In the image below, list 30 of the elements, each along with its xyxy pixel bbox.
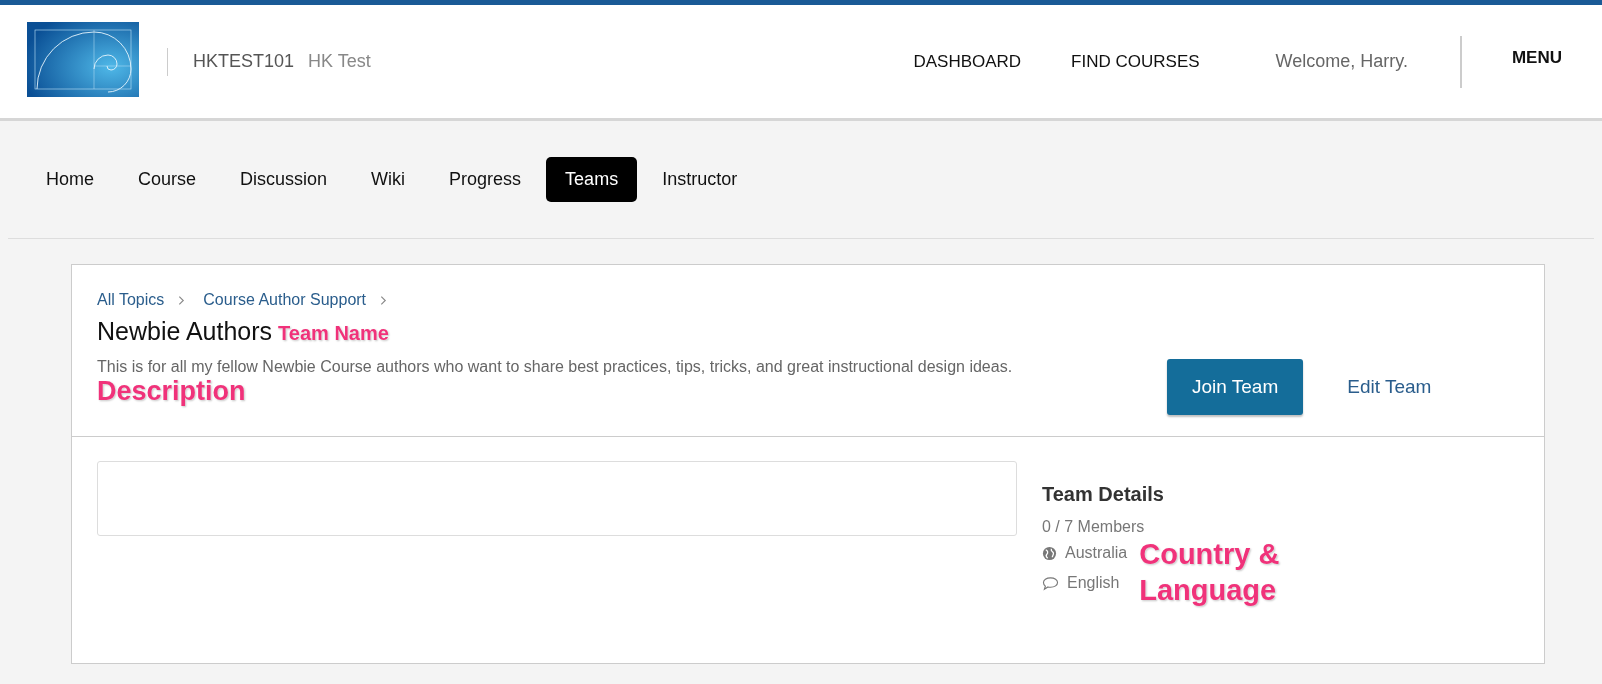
details-heading: Team Details bbox=[1042, 483, 1165, 506]
edit-team-link[interactable]: Edit Team bbox=[1347, 376, 1432, 398]
course-code: HKTEST101 bbox=[193, 51, 295, 72]
menu-button[interactable]: MENU bbox=[1511, 47, 1562, 68]
chevron-icon bbox=[380, 294, 388, 306]
chevron-icon bbox=[178, 294, 186, 306]
team-description: This is for all my fellow Newbie Course authors who want to share best practices, tips, tricks, and great instructional design ideas. bbox=[97, 358, 1013, 375]
course-tab[interactable]: Teams bbox=[546, 157, 638, 202]
team-name: Newbie Authors bbox=[97, 317, 273, 346]
course-tab[interactable]: Course bbox=[119, 157, 216, 202]
course-name: HK Test bbox=[308, 51, 371, 72]
annotation-label: Country & Language bbox=[1139, 537, 1280, 608]
team-country: Australia bbox=[1065, 544, 1128, 562]
course-tab[interactable]: Discussion bbox=[221, 157, 347, 202]
course-tab[interactable]: Progress bbox=[430, 157, 541, 202]
globe-icon bbox=[1042, 545, 1057, 561]
breadcrumb-link[interactable]: Course Author Support bbox=[203, 291, 367, 309]
course-tab[interactable]: Instructor bbox=[643, 157, 757, 202]
speech-bubble-icon bbox=[1042, 575, 1059, 591]
nav-link[interactable]: DASHBOARD bbox=[913, 51, 1022, 72]
course-tab[interactable]: Wiki bbox=[352, 157, 425, 202]
member-count: 0 / 7 Members bbox=[1042, 518, 1146, 536]
nav-link[interactable]: FIND COURSES bbox=[1071, 51, 1200, 72]
breadcrumb-link[interactable]: All Topics bbox=[97, 291, 165, 309]
join-team-button[interactable]: Join Team bbox=[1167, 359, 1304, 415]
course-tab[interactable]: Home bbox=[27, 157, 113, 202]
welcome-text: Welcome, Harry. bbox=[1275, 51, 1408, 72]
annotation-label: Team Name bbox=[278, 322, 389, 345]
team-language: English bbox=[1067, 574, 1120, 592]
annotation-label: Description bbox=[97, 376, 246, 406]
